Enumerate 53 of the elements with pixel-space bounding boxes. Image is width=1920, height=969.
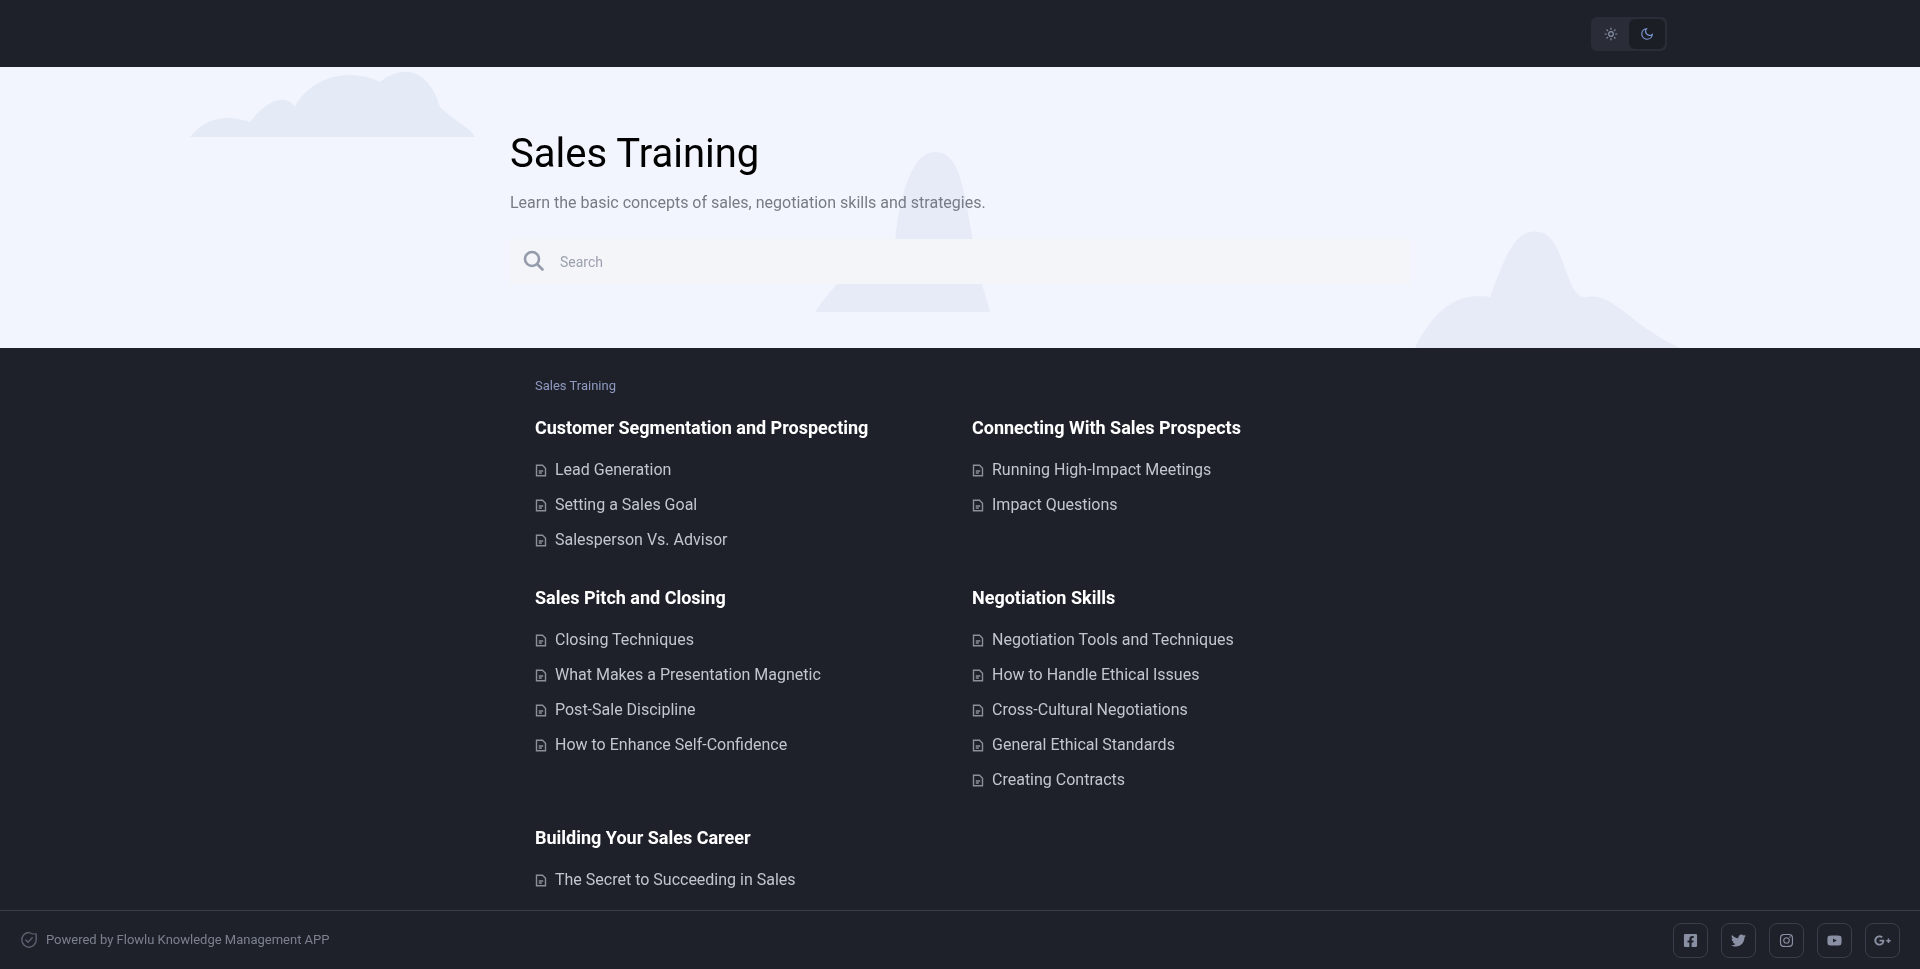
document-icon <box>972 668 984 682</box>
page-title: Sales Training <box>510 129 761 179</box>
section-heading[interactable]: Negotiation Skills <box>972 583 1409 611</box>
shield-check-icon <box>20 931 38 949</box>
document-icon <box>972 463 984 477</box>
document-icon <box>972 738 984 752</box>
article-link[interactable]: Negotiation Tools and Techniques <box>972 622 1409 658</box>
document-icon <box>535 463 547 477</box>
article-link[interactable]: Impact Questions <box>972 487 1409 523</box>
document-icon <box>972 633 984 647</box>
document-icon <box>535 738 547 752</box>
breadcrumb[interactable]: Sales Training <box>535 376 1435 396</box>
article-link[interactable]: Lead Generation <box>535 452 972 488</box>
document-icon <box>535 498 547 512</box>
article-link[interactable]: What Makes a Presentation Magnetic <box>535 657 972 693</box>
article-link[interactable]: General Ethical Standards <box>972 727 1409 763</box>
article-link[interactable]: Setting a Sales Goal <box>535 487 972 523</box>
section-heading[interactable]: Customer Segmentation and Prospecting <box>535 413 972 441</box>
document-icon <box>535 633 547 647</box>
document-icon <box>972 773 984 787</box>
article-link[interactable]: Post-Sale Discipline <box>535 692 972 728</box>
document-icon <box>972 703 984 717</box>
search-icon <box>522 249 546 273</box>
instagram-link[interactable] <box>1769 922 1804 958</box>
article-link[interactable]: How to Enhance Self-Confidence <box>535 727 972 763</box>
dark-mode-button[interactable] <box>1629 18 1665 49</box>
section-heading[interactable]: Connecting With Sales Prospects <box>972 413 1409 441</box>
article-link[interactable]: Creating Contracts <box>972 762 1409 798</box>
googleplus-link[interactable] <box>1865 922 1900 958</box>
document-icon <box>535 703 547 717</box>
twitter-icon <box>1731 932 1746 948</box>
youtube-link[interactable] <box>1817 922 1852 958</box>
instagram-icon <box>1779 932 1794 948</box>
facebook-icon <box>1683 932 1698 948</box>
article-link[interactable]: The Secret to Succeeding in Sales <box>535 862 972 898</box>
article-link[interactable]: Closing Techniques <box>535 622 972 658</box>
article-link[interactable]: Running High-Impact Meetings <box>972 452 1409 488</box>
twitter-link[interactable] <box>1721 922 1756 958</box>
page-subtitle: Learn the basic concepts of sales, negotiation skills and strategies. <box>510 192 987 214</box>
sun-icon <box>1604 26 1618 41</box>
section-heading[interactable]: Building Your Sales Career <box>535 823 972 851</box>
article-link[interactable]: Cross-Cultural Negotiations <box>972 692 1409 728</box>
moon-icon <box>1640 26 1654 41</box>
facebook-link[interactable] <box>1673 922 1708 958</box>
document-icon <box>535 873 547 887</box>
article-link[interactable]: How to Handle Ethical Issues <box>972 657 1409 693</box>
search-field[interactable]: Search <box>510 239 1410 284</box>
section-heading[interactable]: Sales Pitch and Closing <box>535 583 972 611</box>
document-icon <box>535 668 547 682</box>
document-icon <box>972 498 984 512</box>
powered-by-text: Powered by Flowlu Knowledge Management APP <box>46 931 330 950</box>
document-icon <box>535 533 547 547</box>
article-link[interactable]: Salesperson Vs. Advisor <box>535 522 972 558</box>
